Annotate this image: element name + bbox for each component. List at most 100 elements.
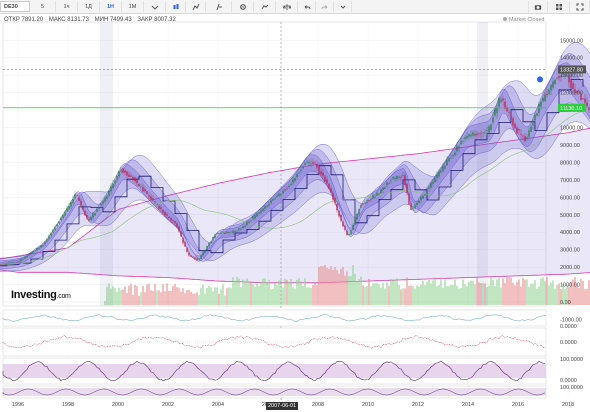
candle-body [194,257,196,260]
volume-bar [222,284,224,305]
volume-bar [426,281,428,305]
volume-bar [218,293,220,305]
redo-button[interactable] [316,1,334,12]
more-button[interactable] [334,1,352,12]
candle-body [6,263,8,265]
candle-body [416,202,418,206]
compare-button[interactable] [254,1,276,12]
interval-1h-button[interactable]: 1ч [56,1,78,12]
candle-body [168,216,170,219]
candle-body [60,217,62,221]
volume-bar [430,283,432,305]
volume-bar [460,287,462,305]
layout-button[interactable] [548,1,570,12]
volume-bar [138,295,140,305]
interval-1m-button[interactable]: 1М [122,1,144,12]
candle-body [434,178,436,183]
settings-button[interactable] [232,1,254,12]
candle-body [232,231,234,233]
volume-bar [292,287,294,305]
candle-body [534,114,536,121]
interval-dropdown-button[interactable] [144,1,166,12]
indicator-3-band [3,364,546,378]
candle-body [44,241,46,245]
price-chart[interactable]: 15000.0014000.0013000.0012000.0011000.00… [0,14,590,412]
volume-bar [310,287,312,305]
candle-body [134,177,136,182]
camera-icon [534,4,542,10]
volume-bar [166,283,168,305]
volume-bar [250,281,252,305]
interval-1w-button[interactable]: 1Н [100,1,122,12]
volume-bar [116,292,118,305]
candle-body [90,216,92,221]
volume-bar [198,295,200,305]
candle-body [200,255,202,259]
interval-1d-button[interactable]: 1Д [78,1,100,12]
volume-bar [220,289,222,305]
volume-bar [332,269,334,305]
candle-body [326,179,328,184]
volume-bar [556,284,558,305]
candle-body [342,221,344,227]
candle-body [300,169,302,171]
candle-body [304,163,306,166]
candle-body [430,183,432,188]
candle-body [286,188,288,190]
scale-button[interactable] [276,1,298,12]
snapshot-button[interactable] [528,1,548,12]
volume-bar [544,280,546,305]
indicators-button[interactable] [186,1,206,12]
volume-bar [466,286,468,305]
candle-body [382,187,384,191]
volume-bar [404,288,406,305]
candle-body [336,204,338,211]
candle-body [4,263,6,265]
candle-body [328,183,330,189]
volume-bar [574,276,576,305]
volume-bar [128,285,130,305]
volume-bar [512,282,514,305]
fullscreen-button[interactable] [570,1,590,12]
volume-bar [274,283,276,305]
undo-button[interactable] [298,1,316,12]
candle-body [180,231,182,237]
volume-bar [176,287,178,305]
candle-body [242,226,244,229]
volume-bar [302,286,304,305]
investing-logo: Investing.com [11,289,71,301]
volume-bar [536,289,538,305]
volume-bar [190,291,192,305]
interval-5-button[interactable]: 5 [30,1,56,12]
volume-bar [296,279,298,305]
candle-body [46,239,48,242]
volume-bar [238,278,240,305]
candle-body [160,207,162,210]
volume-bar [516,281,518,305]
volume-bar [504,282,506,305]
volume-bar [142,285,144,305]
candle-body [212,237,214,241]
candle-type-button[interactable] [166,1,186,12]
candle-body [442,166,444,171]
candle-body [540,102,542,107]
drawing-tools-button[interactable] [206,1,232,12]
candle-body [38,247,40,249]
symbol-input[interactable]: DE30 [0,1,30,12]
volume-bar [182,288,184,305]
candle-body [266,205,268,207]
volume-bar [224,295,226,305]
candle-body [126,171,128,176]
candle-body [310,162,312,164]
volume-bar [154,283,156,305]
undo-icon [304,4,310,9]
volume-bar [584,289,586,305]
time-axis-label-2008: 2008 [312,402,324,408]
volume-bar [202,284,204,305]
candle-body [436,174,438,178]
candle-body [514,123,516,129]
volume-bar [366,285,368,305]
candle-body [542,98,544,102]
indicator-2-axis-label: 0.0000 [560,340,577,346]
candle-body [552,81,554,88]
